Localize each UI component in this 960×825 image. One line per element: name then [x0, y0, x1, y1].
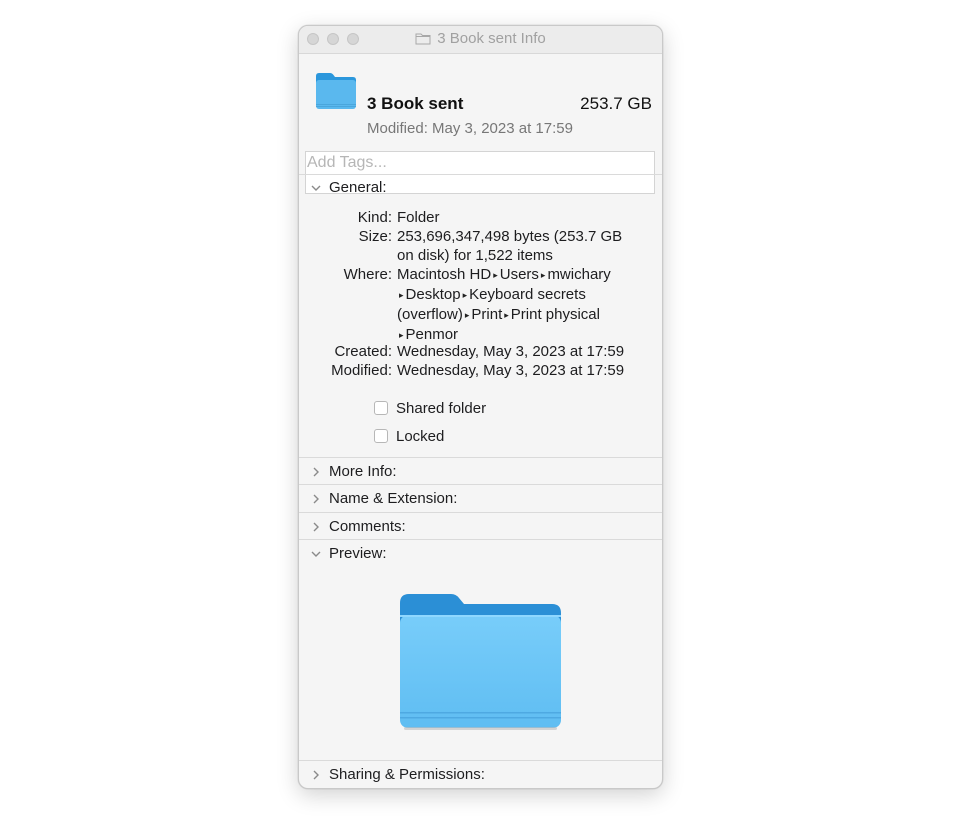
section-preview-header[interactable]: Preview: [299, 544, 662, 566]
shared-folder-label: Shared folder [396, 400, 487, 417]
section-more-info-header[interactable]: More Info: [299, 462, 662, 484]
chevron-right-icon [313, 770, 319, 780]
path-separator-icon: ▸ [504, 310, 509, 320]
path-item: Desktop [405, 286, 461, 303]
path-separator-icon: ▸ [462, 290, 468, 300]
path-separator-icon: ▸ [399, 330, 404, 340]
size-value: 253,696,347,498 bytes (253.7 GB on disk)… [397, 227, 647, 265]
chevron-right-icon [313, 522, 319, 532]
info-window: 3 Book sent Info 3 Book sent 253.7 GB Mo… [298, 25, 663, 789]
size-key: Size: [358, 228, 392, 245]
where-value: Macintosh HD ▸ Users ▸ mwichary ▸ Desktop ▸ Key… [397, 265, 647, 345]
chevron-right-icon [313, 467, 319, 477]
where-key: Where: [343, 266, 392, 283]
section-sharing-header[interactable]: Sharing & Permissions: [299, 765, 662, 787]
locked-checkbox[interactable] [374, 429, 388, 443]
section-name-extension-label: Name & Extension: [329, 490, 458, 507]
file-size: 253.7 GB [580, 94, 652, 113]
section-comments-header[interactable]: Comments: [299, 517, 662, 539]
divider [299, 760, 662, 761]
info-header: 3 Book sent 253.7 GB Modified: May 3, 20… [299, 54, 662, 194]
section-comments-label: Comments: [329, 518, 406, 535]
divider [299, 484, 662, 485]
locked-label: Locked [396, 428, 445, 445]
path-separator-icon: ▸ [493, 270, 498, 280]
size-value-line-1: 253,696,347,498 bytes (253.7 GB [397, 228, 623, 245]
file-name: 3 Book sent [367, 94, 464, 113]
path-item: Penmor [405, 326, 459, 343]
window-title: 3 Book sent Info [437, 30, 546, 47]
path-item: Print [471, 306, 503, 323]
section-sharing-label: Sharing & Permissions: [329, 766, 485, 783]
section-more-info-label: More Info: [329, 463, 397, 480]
created-key: Created: [334, 343, 392, 360]
path-item: (overflow) [397, 306, 463, 323]
modified-key: Modified: [331, 362, 392, 379]
divider [299, 174, 662, 175]
path-item: Macintosh HD [397, 266, 492, 283]
path-separator-icon: ▸ [399, 290, 404, 300]
path-item: mwichary [547, 266, 611, 283]
window-title-area: 3 Book sent Info [299, 30, 662, 47]
folder-icon [316, 73, 356, 109]
section-name-extension-header[interactable]: Name & Extension: [299, 489, 662, 511]
kind-key: Kind: [357, 209, 392, 226]
shared-folder-checkbox[interactable] [374, 401, 388, 415]
chevron-down-icon [311, 185, 321, 191]
section-preview-label: Preview: [329, 545, 387, 562]
chevron-down-icon [311, 551, 321, 557]
divider [299, 457, 662, 458]
kind-value: Folder [397, 209, 440, 226]
section-general-header[interactable]: General: [299, 178, 662, 200]
divider [299, 539, 662, 540]
modified-date: Modified: May 3, 2023 at 17:59 [367, 120, 573, 137]
chevron-right-icon [313, 494, 319, 504]
path-item: Print physical [510, 306, 600, 323]
title-bar[interactable]: 3 Book sent Info [299, 26, 662, 54]
section-general-label: General: [329, 179, 387, 196]
created-value: Wednesday, May 3, 2023 at 17:59 [397, 343, 625, 360]
path-item: Keyboard secrets [469, 286, 586, 303]
modified-value: Wednesday, May 3, 2023 at 17:59 [397, 362, 625, 379]
folder-icon [415, 33, 431, 45]
size-value-line-2: on disk) for 1,522 items [397, 247, 553, 264]
path-item: Users [499, 266, 539, 283]
folder-preview-icon [400, 594, 561, 730]
divider [299, 512, 662, 513]
